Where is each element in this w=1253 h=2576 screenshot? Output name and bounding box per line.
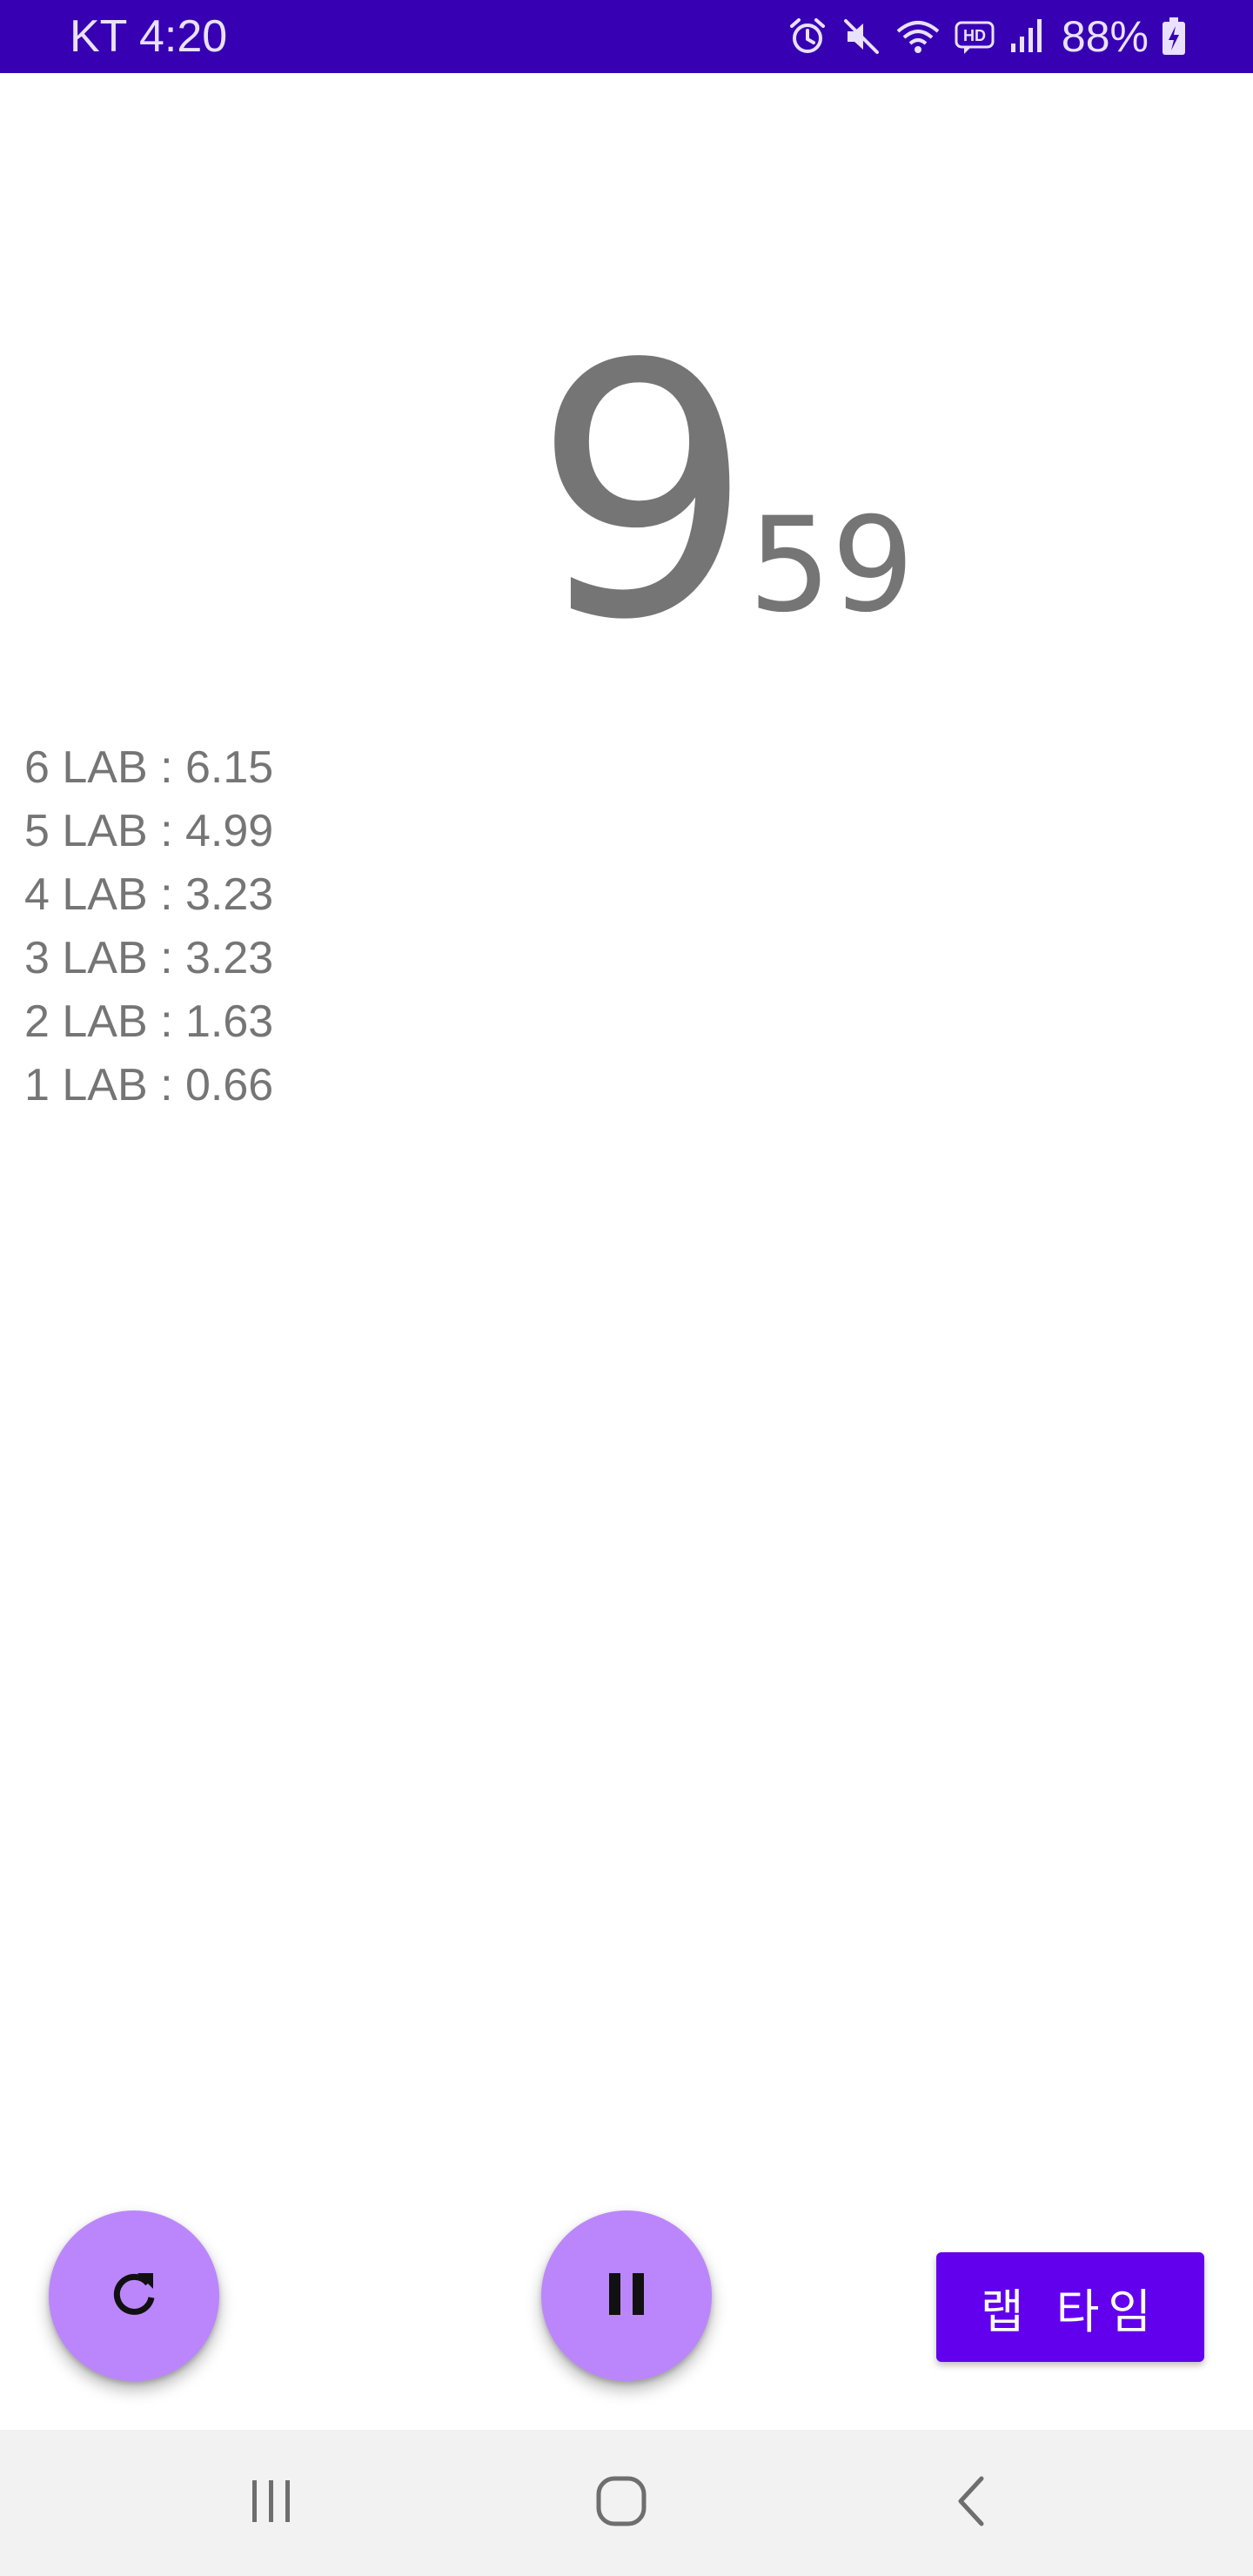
- pause-button[interactable]: [541, 2210, 712, 2381]
- battery-level: 88%: [1061, 12, 1149, 61]
- lap-item: 2 LAB : 1.63: [24, 996, 274, 1047]
- pause-icon: [606, 2270, 647, 2323]
- wifi-icon: [895, 16, 941, 57]
- lap-list: 6 LAB : 6.15 5 LAB : 4.99 4 LAB : 3.23 3…: [24, 736, 273, 1117]
- status-bar: KT 4:20 HD 88%: [0, 0, 1253, 73]
- lap-item: 3 LAB : 3.23: [24, 933, 274, 983]
- home-icon: [593, 2473, 649, 2533]
- status-icons: HD 88%: [787, 9, 1187, 64]
- lap-item: 1 LAB : 0.66: [24, 1060, 274, 1110]
- lap-item: 6 LAB : 6.15: [24, 742, 274, 793]
- alarm-icon: [787, 16, 828, 57]
- back-icon: [950, 2473, 992, 2533]
- lap-item: 4 LAB : 3.23: [24, 869, 274, 920]
- timer-hundredths: 59: [748, 490, 915, 641]
- home-button[interactable]: [534, 2430, 708, 2576]
- navigation-bar: [0, 2430, 1253, 2576]
- back-button[interactable]: [884, 2430, 1058, 2576]
- reset-button[interactable]: [49, 2210, 219, 2381]
- carrier-time: KT 4:20: [70, 11, 228, 62]
- lap-item: 5 LAB : 4.99: [24, 806, 274, 856]
- recent-apps-icon: [245, 2477, 298, 2530]
- mute-icon: [841, 16, 882, 57]
- signal-icon: [1008, 16, 1046, 57]
- timer-seconds: 9: [533, 292, 754, 696]
- svg-text:HD: HD: [963, 27, 986, 44]
- recent-apps-button[interactable]: [184, 2430, 358, 2576]
- battery-icon: [1161, 16, 1187, 57]
- lap-time-button[interactable]: 랩 타임: [936, 2252, 1204, 2362]
- hd-icon: HD: [954, 16, 995, 57]
- refresh-icon: [106, 2266, 162, 2326]
- app-screen: KT 4:20 HD 88% 9 59 6 LAB: 6.15 5 LAB:…: [0, 0, 1253, 2576]
